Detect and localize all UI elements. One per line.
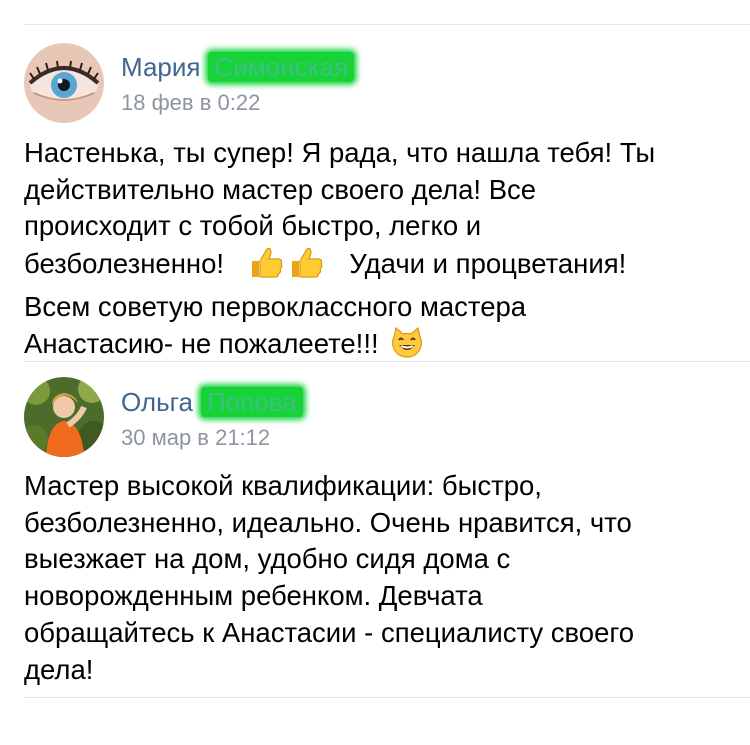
redacted-surname: Симонская <box>208 52 354 82</box>
woman-in-garden-avatar-image <box>24 377 104 457</box>
text-line: дела! <box>24 653 94 685</box>
avatar[interactable] <box>24 43 104 123</box>
author-name[interactable]: Ольга Попова <box>121 387 303 417</box>
author-first-name[interactable]: Мария <box>121 52 200 82</box>
text-line: безболезненно, идеально. Очень нравится,… <box>24 506 632 538</box>
text-line: Мастер высокой квалификации: быстро, <box>24 470 542 501</box>
eye-avatar-image <box>24 43 104 123</box>
thumbs-up-icon <box>248 245 284 289</box>
post-divider <box>24 361 750 362</box>
text-line: действительно мастер своего дела! Все <box>24 173 537 205</box>
comment-text: Мастер высокой квалификации: быстро, без… <box>24 468 734 688</box>
text-line: обращайтесь к Анастасии - специалисту св… <box>24 616 635 648</box>
top-divider <box>24 24 750 25</box>
text-line: происходит с тобой быстро, легко и <box>24 210 482 242</box>
text-line: Настенька, ты супер! Я рада, что нашла т… <box>24 137 656 168</box>
text-line: выезжает на дом, удобно сидя дома с <box>24 543 511 575</box>
author-name[interactable]: Мария Симонская <box>121 52 354 82</box>
post-date[interactable]: 18 фев в 0:22 <box>121 90 260 116</box>
text-line: безболезненно! Удачи и процветания! <box>24 245 734 289</box>
avatar[interactable] <box>24 377 104 457</box>
thumbs-up-icon <box>288 245 324 289</box>
post-date[interactable]: 30 мар в 21:12 <box>121 425 270 451</box>
author-first-name[interactable]: Ольга <box>121 387 193 417</box>
comment-text: Настенька, ты супер! Я рада, что нашла т… <box>24 135 734 368</box>
redacted-surname: Попова <box>201 387 303 417</box>
text-line: новорожденным ребенком. Девчата <box>24 580 483 612</box>
text-fragment: безболезненно! <box>24 248 225 280</box>
text-fragment: Анастасию- не пожалеете!!! <box>24 327 379 359</box>
text-line: Всем советую первоклассного мастера <box>24 290 527 322</box>
post-divider <box>24 697 750 698</box>
text-fragment: Удачи и процветания! <box>349 248 627 280</box>
